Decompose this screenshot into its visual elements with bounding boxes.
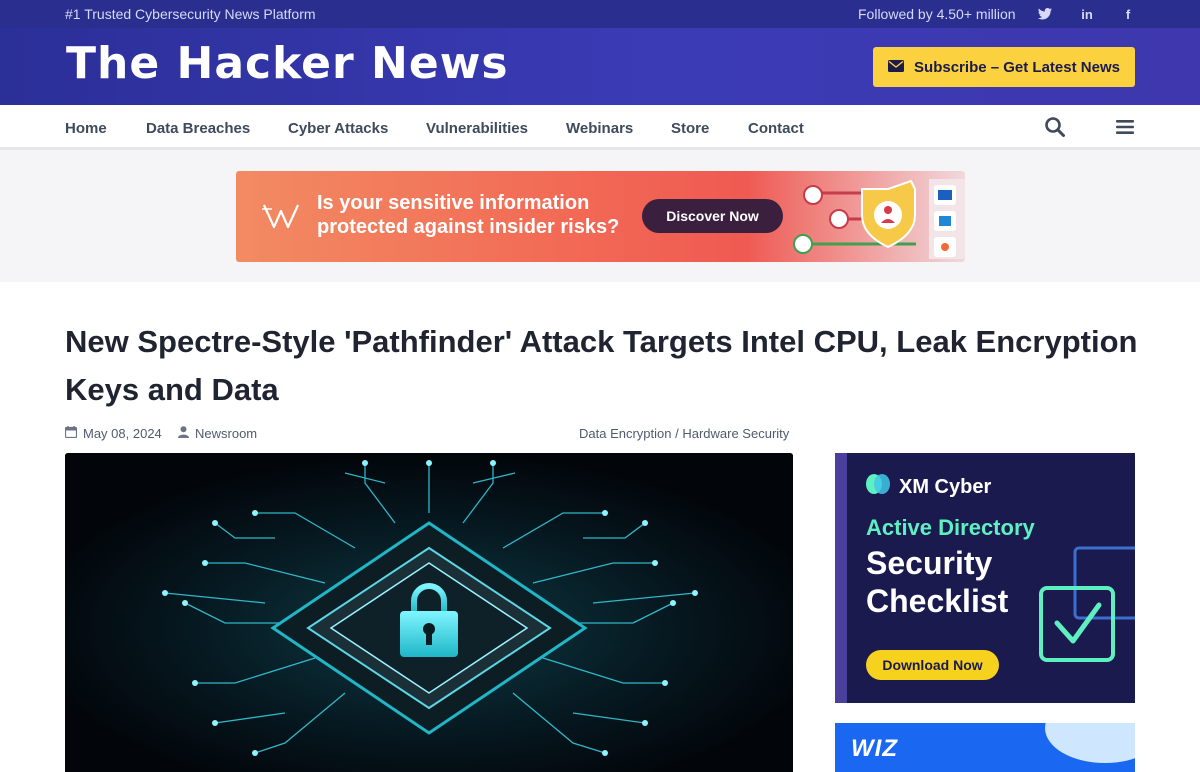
search-icon[interactable]: [1044, 116, 1066, 138]
nav-item-store[interactable]: Store: [671, 120, 709, 137]
tag-separator: /: [671, 426, 683, 441]
brand-logo-icon: [262, 201, 300, 231]
insider-risk-graphic-icon: [791, 179, 965, 259]
ad-headline-small: Active Directory: [866, 515, 1035, 540]
discover-now-button[interactable]: Discover Now: [642, 199, 783, 233]
menu-icon[interactable]: [1116, 120, 1134, 134]
nav-item-cyber-attacks[interactable]: Cyber Attacks: [288, 120, 388, 137]
nav-item-vulnerabilities[interactable]: Vulnerabilities: [426, 120, 528, 137]
download-now-button[interactable]: Download Now: [866, 650, 999, 680]
article-author: Newsroom: [178, 426, 257, 441]
main-nav: Home Data Breaches Cyber Attacks Vulnera…: [0, 105, 1200, 150]
xm-cyber-ad[interactable]: XM Cyber Active Directory Security Check…: [835, 453, 1135, 703]
nav-item-contact[interactable]: Contact: [748, 120, 804, 137]
linkedin-icon[interactable]: in: [1078, 5, 1096, 23]
article-date: May 08, 2024: [64, 426, 162, 441]
banner-line-1: Is your sensitive information: [317, 192, 590, 214]
site-tagline: #1 Trusted Cybersecurity News Platform: [65, 6, 316, 22]
checklist-icon: [1035, 543, 1135, 663]
calendar-icon: [64, 426, 78, 441]
xm-cyber-brand-name: XM Cyber: [899, 475, 992, 498]
envelope-icon: [888, 59, 905, 76]
site-logo[interactable]: The Hacker News: [66, 38, 509, 89]
top-strip: #1 Trusted Cybersecurity News Platform F…: [0, 0, 1200, 28]
user-icon: [178, 426, 189, 441]
tag-data-encryption[interactable]: Data Encryption: [579, 426, 672, 441]
article-tags: Data Encryption / Hardware Security: [579, 426, 789, 441]
ad-stripe: [835, 453, 847, 703]
banner-line-2: protected against insider risks?: [317, 216, 620, 238]
nav-item-webinars[interactable]: Webinars: [566, 120, 633, 137]
article-title: New Spectre-Style 'Pathfinder' Attack Ta…: [65, 324, 1138, 407]
nav-item-data-breaches[interactable]: Data Breaches: [146, 120, 250, 137]
subscribe-label: Subscribe – Get Latest News: [914, 58, 1120, 76]
xm-cyber-brand: XM Cyber: [865, 473, 991, 501]
author-label[interactable]: Newsroom: [195, 426, 257, 441]
twitter-icon[interactable]: [1036, 5, 1054, 23]
hero-image: [65, 453, 793, 772]
facebook-icon[interactable]: f: [1119, 5, 1137, 23]
tag-hardware-security[interactable]: Hardware Security: [682, 426, 789, 441]
date-label: May 08, 2024: [83, 426, 162, 441]
site-header: The Hacker News Subscribe – Get Latest N…: [0, 28, 1200, 105]
subscribe-button[interactable]: Subscribe – Get Latest News: [873, 47, 1135, 87]
wiz-ad[interactable]: WIZ: [835, 723, 1135, 772]
banner-headline: Is your sensitive information protected …: [317, 191, 637, 239]
cloud-shape: [1045, 723, 1135, 763]
followers-count: Followed by 4.50+ million: [858, 6, 1016, 22]
wiz-logo: WIZ: [851, 735, 898, 762]
banner-ad[interactable]: Is your sensitive information protected …: [236, 171, 965, 262]
ad-band: Is your sensitive information protected …: [0, 150, 1200, 282]
xm-cyber-logo-icon: [865, 473, 891, 501]
nav-item-home[interactable]: Home: [65, 120, 107, 137]
